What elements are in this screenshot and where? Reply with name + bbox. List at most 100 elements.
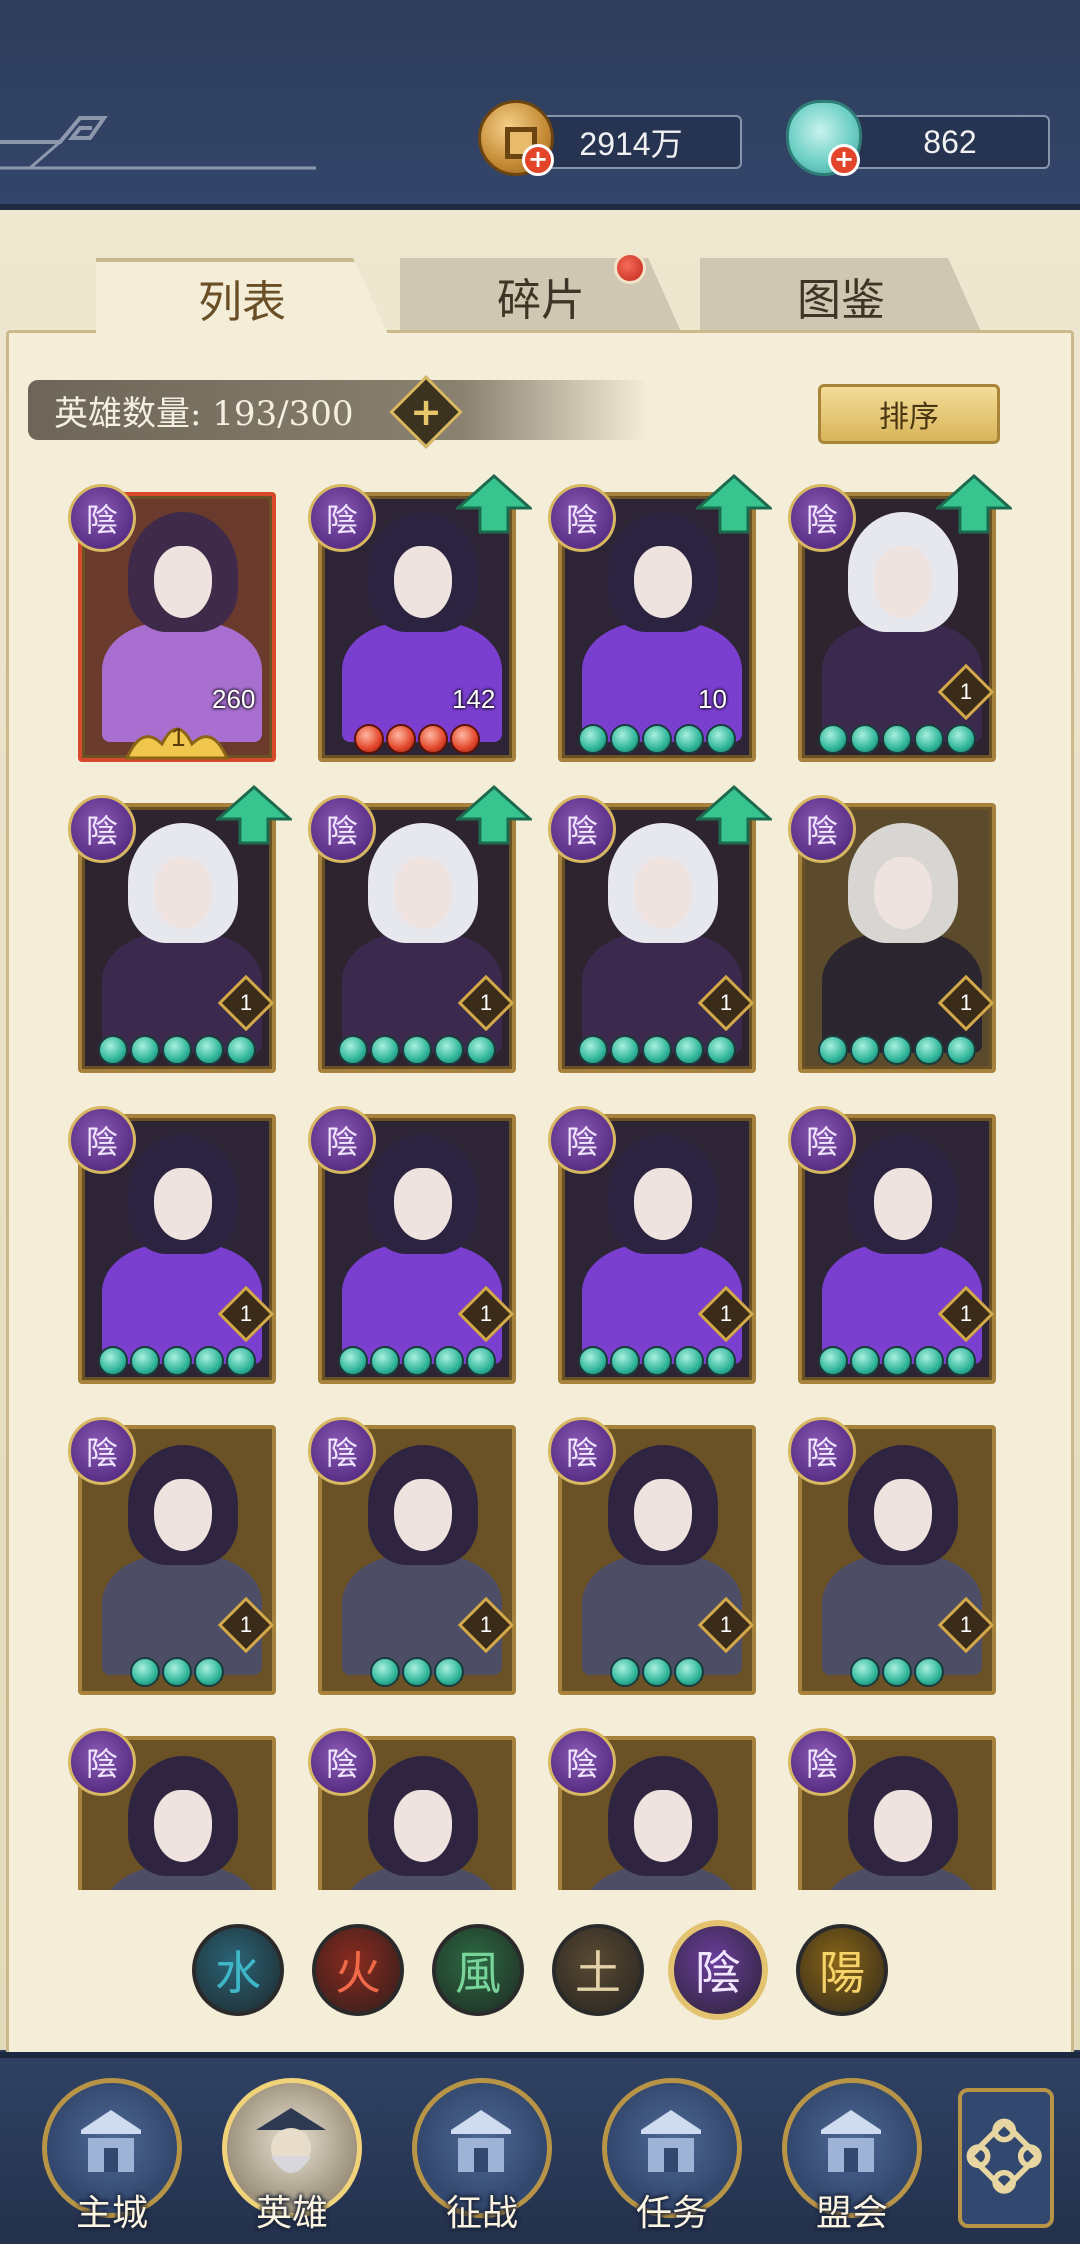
star-orb-icon: [850, 724, 880, 754]
hero-level: 1: [479, 1301, 493, 1326]
star-rating: [98, 1346, 256, 1376]
filter-yin-button[interactable]: 陰: [668, 1920, 768, 2020]
star-orb-icon: [402, 1657, 432, 1687]
element-yin-badge: 陰: [548, 1728, 616, 1796]
star-orb-icon: [706, 1346, 736, 1376]
star-orb-icon: [402, 1346, 432, 1376]
hero-level: 10: [698, 684, 727, 714]
star-orb-icon: [610, 1346, 640, 1376]
star-orb-icon: [850, 1657, 880, 1687]
star-orb-icon: [194, 1035, 224, 1065]
star-orb-icon: [642, 1657, 672, 1687]
sort-button[interactable]: 排序: [818, 384, 1000, 444]
star-rating: [98, 1035, 256, 1065]
element-yin-badge: 陰: [308, 1728, 376, 1796]
element-yin-badge: 陰: [548, 1417, 616, 1485]
star-orb-icon: [162, 1035, 192, 1065]
element-yin-badge: 陰: [308, 1417, 376, 1485]
star-rating: [578, 724, 736, 754]
nav-label: 征战: [445, 2193, 518, 2234]
add-jade-plus-icon[interactable]: +: [828, 144, 860, 176]
tab-collection-label: 图鉴: [797, 275, 885, 326]
add-gold-plus-icon[interactable]: +: [522, 144, 554, 176]
nav-hero-portrait[interactable]: 英雄: [216, 2068, 368, 2238]
star-orb-icon: [642, 1035, 672, 1065]
hero-level: 1: [719, 1612, 733, 1637]
element-yin-badge: 陰: [788, 1417, 856, 1485]
star-rating: [818, 1035, 976, 1065]
star-rating: [130, 1657, 224, 1687]
element-yin-badge: 陰: [788, 484, 856, 552]
hero-level: 1: [479, 990, 493, 1015]
star-orb-icon: [706, 1035, 736, 1065]
city-gate-icon: [81, 2110, 141, 2172]
star-orb-icon: [98, 1346, 128, 1376]
element-yin-badge: 陰: [548, 484, 616, 552]
alliance-pavilion-icon: [821, 2110, 881, 2172]
star-orb-icon: [914, 1346, 944, 1376]
nav-label: 主城: [75, 2193, 148, 2234]
nav-city-gate[interactable]: 主城: [36, 2068, 188, 2238]
star-orb-icon: [466, 1346, 496, 1376]
notification-dot-icon: [614, 252, 646, 284]
hero-level: 1: [719, 990, 733, 1015]
plus-icon: +: [410, 390, 442, 434]
star-orb-icon: [674, 1035, 704, 1065]
tab-collection[interactable]: 图鉴: [700, 258, 982, 334]
nav-war-helmet[interactable]: 征战: [406, 2068, 558, 2238]
star-orb-icon: [418, 724, 448, 754]
filter-earth-button[interactable]: 土: [552, 1924, 644, 2016]
star-rating: [578, 1035, 736, 1065]
star-orb-icon: [466, 1035, 496, 1065]
star-orb-icon: [370, 1035, 400, 1065]
hero-portrait-icon: [256, 2108, 326, 2173]
element-yin-badge: 陰: [68, 1417, 136, 1485]
hero-level: 1: [959, 990, 973, 1015]
filter-yang-button[interactable]: 陽: [796, 1924, 888, 2016]
star-rating: [338, 1346, 496, 1376]
tab-list[interactable]: 列表: [96, 258, 388, 334]
nav-label: 任务: [635, 2193, 708, 2234]
filter-water-button[interactable]: 水: [192, 1924, 284, 2016]
filter-wind-button[interactable]: 風: [432, 1924, 524, 2016]
hero-level: 260: [212, 684, 256, 714]
star-rating: [338, 1035, 496, 1065]
star-orb-icon: [610, 1035, 640, 1065]
promote-arrow-icon: [216, 785, 292, 845]
knot-pattern-icon: [966, 2118, 1042, 2194]
scroll-task-icon: [641, 2110, 701, 2172]
top-bar: [0, 0, 1080, 210]
nav-alliance-pavilion[interactable]: 盟会: [776, 2068, 928, 2238]
tab-list-label: 列表: [198, 277, 286, 328]
star-orb-icon: [946, 1035, 976, 1065]
star-orb-icon: [882, 1657, 912, 1687]
element-yin-badge: 陰: [68, 484, 136, 552]
hero-level: 1: [959, 1612, 973, 1637]
star-orb-icon: [130, 1657, 160, 1687]
hero-count-bar: 英雄数量: 193/300: [28, 380, 648, 440]
hero-count-label: 英雄数量: 193/300: [54, 393, 354, 434]
nav-label: 英雄: [255, 2193, 328, 2234]
star-orb-icon: [578, 1346, 608, 1376]
star-rating: [354, 724, 480, 754]
more-menu-button[interactable]: [958, 2088, 1054, 2228]
star-orb-icon: [402, 1035, 432, 1065]
star-rating: [818, 724, 976, 754]
star-orb-icon: [338, 1035, 368, 1065]
hero-level: 1: [959, 679, 973, 704]
star-orb-icon: [914, 1657, 944, 1687]
nav-scroll-task[interactable]: 任务: [596, 2068, 748, 2238]
star-orb-icon: [946, 724, 976, 754]
star-orb-icon: [370, 1346, 400, 1376]
star-orb-icon: [162, 1657, 192, 1687]
star-orb-icon: [434, 1035, 464, 1065]
star-orb-icon: [434, 1657, 464, 1687]
promote-arrow-icon: [696, 474, 772, 534]
element-yin-badge: 陰: [548, 1106, 616, 1174]
filter-fire-button[interactable]: 火: [312, 1924, 404, 2016]
star-orb-icon: [914, 724, 944, 754]
hero-level: 1: [959, 1301, 973, 1326]
jade-counter: 862: [850, 115, 1050, 169]
star-orb-icon: [882, 1346, 912, 1376]
element-yin-badge: 陰: [548, 795, 616, 863]
